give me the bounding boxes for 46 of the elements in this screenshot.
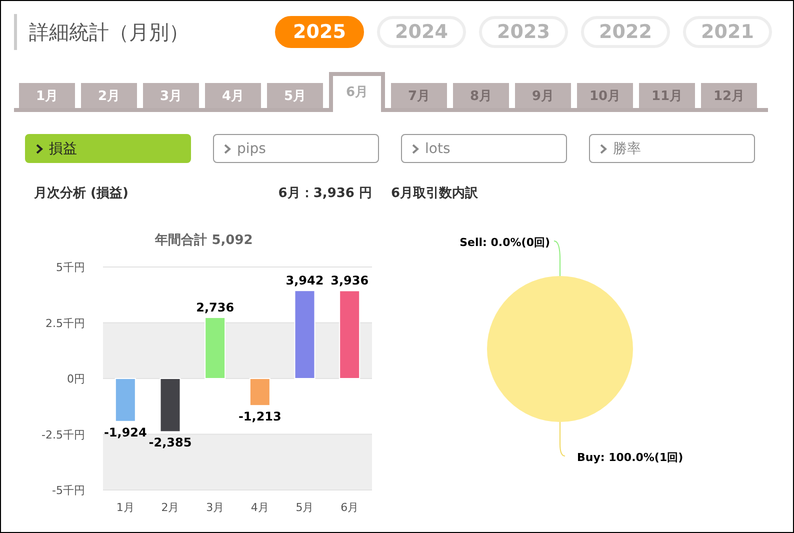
axis-label: 5月: [296, 501, 314, 514]
pie-slice[interactable]: [487, 276, 633, 422]
year-tab[interactable]: 2021: [683, 16, 772, 48]
axis-label: -5千円: [52, 484, 85, 497]
chevron-icon: [600, 144, 607, 154]
value-label: -1,213: [238, 410, 282, 424]
year-tab[interactable]: 2023: [479, 16, 568, 48]
leader-line: [560, 422, 566, 456]
section-heading: 6月取引数内訳: [391, 185, 478, 202]
axis-label: 5千円: [56, 261, 85, 274]
chevron-icon: [412, 144, 419, 154]
chart-title: 年間合計 5,092: [155, 233, 253, 248]
month-total: 6月：3,936 円: [278, 185, 372, 202]
axis-label: 2月: [161, 501, 180, 514]
year-tab[interactable]: 2024: [377, 16, 466, 48]
axis-label: 4月: [250, 501, 269, 514]
month-tab[interactable]: 3月: [143, 83, 199, 108]
data-label: Buy: 100.0%(1回): [577, 451, 684, 464]
month-tab[interactable]: 5月: [267, 83, 323, 108]
metric-button[interactable]: lots: [401, 134, 567, 163]
chevron-icon: [224, 144, 231, 154]
month-tab[interactable]: 6月: [329, 72, 385, 112]
month-tab[interactable]: 2月: [81, 83, 137, 108]
year-tab[interactable]: 2025: [275, 16, 364, 48]
value-label: -1,924: [104, 425, 147, 440]
axis-label: 1月: [116, 501, 134, 514]
data-label: Sell: 0.0%(0回): [460, 236, 550, 249]
leader-line: [554, 240, 560, 276]
axis-label: 2.5千円: [46, 316, 85, 330]
chevron-icon: [36, 144, 43, 154]
axis-label: -2.5千円: [42, 428, 85, 442]
year-tab[interactable]: 2022: [581, 16, 670, 48]
axis-label: 0円: [67, 372, 85, 386]
value-label: -2,385: [148, 436, 192, 450]
bar[interactable]: [160, 378, 181, 432]
metric-button[interactable]: pips: [213, 134, 379, 163]
metric-button[interactable]: 勝率: [589, 134, 755, 163]
axis-label: 3月: [206, 501, 224, 514]
section-heading: 月次分析 (損益): [34, 185, 128, 202]
axis-label: 6月: [340, 501, 359, 514]
value-label: 2,736: [196, 300, 234, 314]
metric-button[interactable]: 損益: [25, 134, 191, 163]
value-label: 3,936: [330, 274, 369, 288]
month-tab[interactable]: 4月: [205, 83, 261, 108]
value-label: 3,942: [286, 274, 324, 288]
month-tab[interactable]: 1月: [19, 83, 75, 108]
